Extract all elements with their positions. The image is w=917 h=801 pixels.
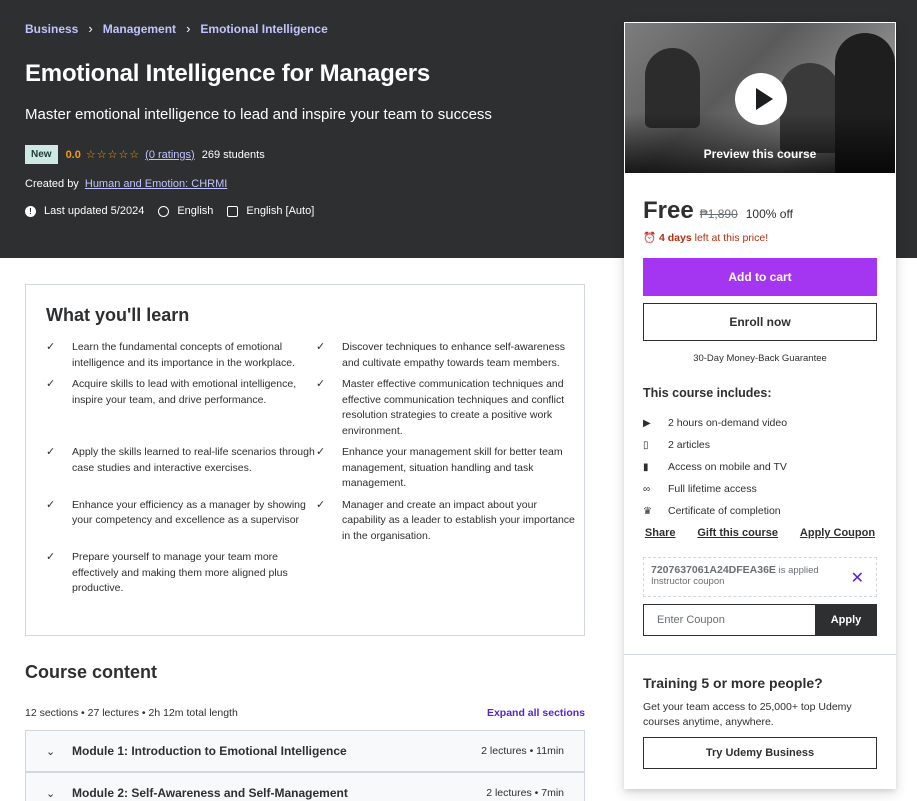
includes-item: ▯ 2 articles <box>643 439 711 451</box>
module-stats: 2 lectures • 7min <box>486 787 564 799</box>
language: English <box>177 205 214 217</box>
enroll-now-button[interactable]: Enroll now <box>643 303 877 341</box>
rating-value: 0.0 <box>65 148 81 161</box>
add-to-cart-button[interactable]: Add to cart <box>643 258 877 296</box>
what-you-learn-box: What you'll learn ✓ Learn the fundamental… <box>25 284 585 636</box>
expand-all-sections-button[interactable]: Expand all sections <box>487 707 585 719</box>
breadcrumb-business[interactable]: Business <box>25 22 78 36</box>
business-title: Training 5 or more people? <box>643 675 823 691</box>
sidebar-divider <box>624 654 896 655</box>
purchase-sidebar: Preview this course Free ₱1,890 100% off… <box>624 22 896 789</box>
includes-item: ▶ 2 hours on-demand video <box>643 417 788 429</box>
check-icon: ✓ <box>46 378 56 390</box>
instructor-link[interactable]: Human and Emotion: CHRMI <box>85 178 227 190</box>
created-by: Created by Human and Emotion: CHRMI <box>25 178 227 190</box>
course-preview[interactable]: Preview this course <box>624 22 896 174</box>
close-icon[interactable]: ✕ <box>851 568 864 588</box>
check-icon: ✓ <box>46 341 56 353</box>
learn-item: ✓ Enhance your efficiency as a manager by… <box>46 498 316 545</box>
original-price: ₱1,890 <box>699 207 738 221</box>
learn-item: ✓ Acquire skills to lead with emotional i… <box>46 377 316 439</box>
coupon-input[interactable] <box>643 604 815 636</box>
sidebar-links: Share Gift this course Apply Coupon <box>624 527 896 539</box>
learn-item: ✓ Apply the skills learned to real-life s… <box>46 445 316 492</box>
globe-icon <box>158 205 170 217</box>
money-back-guarantee: 30-Day Money-Back Guarantee <box>693 353 827 364</box>
timer-text: left at this price! <box>691 232 769 244</box>
module-stats: 2 lectures • 11min <box>481 745 564 757</box>
check-icon: ✓ <box>46 446 56 458</box>
gift-course-button[interactable]: Gift this course <box>697 527 778 539</box>
apply-coupon-button[interactable]: Apply <box>815 604 877 636</box>
check-icon: ✓ <box>316 341 326 353</box>
course-title: Emotional Intelligence for Managers <box>25 60 431 87</box>
price-row: Free ₱1,890 100% off <box>643 197 793 225</box>
breadcrumb: Business › Management › Emotional Intell… <box>25 21 328 36</box>
alarm-clock-icon: ⏰ <box>643 232 657 244</box>
what-you-learn-title: What you'll learn <box>46 305 190 325</box>
rating-row: New 0.0 ☆☆☆☆☆ (0 ratings) 269 students <box>25 145 265 164</box>
preview-label: Preview this course <box>703 147 817 161</box>
breadcrumb-management[interactable]: Management <box>103 22 176 36</box>
course-content-title: Course content <box>25 662 158 682</box>
last-updated: Last updated 5/2024 <box>44 205 145 217</box>
includes-list: ▶ 2 hours on-demand video ▯ 2 articles ▮ Ac… <box>643 412 787 522</box>
module-section[interactable]: ⌄ Module 1: Introduction to Emotional In… <box>25 730 585 772</box>
check-icon: ✓ <box>46 551 56 563</box>
star-rating-icon: ☆☆☆☆☆ <box>85 149 141 161</box>
students-count: 269 students <box>201 148 265 161</box>
file-icon: ▯ <box>643 439 649 451</box>
chevron-down-icon: ⌄ <box>46 787 56 800</box>
coupon-type: Instructor coupon <box>651 576 725 587</box>
module-section[interactable]: ⌄ Module 2: Self-Awareness and Self-Mana… <box>25 772 585 801</box>
business-text: Get your team access to 25,000+ top Udem… <box>643 701 852 728</box>
module-name: Module 1: Introduction to Emotional Inte… <box>72 744 347 758</box>
alert-icon: ! <box>25 205 36 217</box>
learn-item: ✓ Master effective communication techniqu… <box>316 377 576 439</box>
chevron-right-icon: › <box>186 21 191 36</box>
play-icon[interactable] <box>735 73 787 125</box>
course-meta: ! Last updated 5/2024 English English [Au… <box>25 205 328 217</box>
coupon-applied-text: is applied <box>775 565 819 576</box>
learn-list: ✓ Learn the fundamental concepts of emoti… <box>46 340 575 597</box>
check-icon: ✓ <box>46 498 56 511</box>
chevron-right-icon: › <box>88 21 93 36</box>
includes-title: This course includes: <box>643 386 772 400</box>
includes-item: ∞ Full lifetime access <box>643 483 757 495</box>
check-icon: ✓ <box>316 498 326 511</box>
share-button[interactable]: Share <box>645 527 676 539</box>
trophy-icon: ♛ <box>643 505 652 517</box>
chevron-down-icon: ⌄ <box>46 745 56 758</box>
mobile-icon: ▮ <box>643 461 649 473</box>
module-name: Module 2: Self-Awareness and Self-Manage… <box>72 786 348 800</box>
apply-coupon-link[interactable]: Apply Coupon <box>800 527 875 539</box>
learn-item: ✓ Learn the fundamental concepts of emoti… <box>46 340 316 371</box>
applied-coupon: 7207637061A24DFEA36E is applied Instruct… <box>643 557 877 597</box>
discount-timer: ⏰ 4 days left at this price! <box>643 231 768 244</box>
coupon-code: 7207637061A24DFEA36E <box>651 564 776 576</box>
infinity-icon: ∞ <box>643 483 651 495</box>
course-subtitle: Master emotional intelligence to lead an… <box>25 106 492 123</box>
course-content-stats: 12 sections • 27 lectures • 2h 12m total… <box>25 707 238 719</box>
check-icon: ✓ <box>316 378 326 390</box>
learn-item: ✓ Enhance your management skill for bette… <box>316 445 576 492</box>
captions: English [Auto] <box>246 205 315 217</box>
current-price: Free <box>643 197 694 224</box>
check-icon: ✓ <box>316 446 326 458</box>
timer-days: 4 days <box>659 232 692 244</box>
breadcrumb-emotional-intelligence[interactable]: Emotional Intelligence <box>200 22 327 36</box>
created-by-label: Created by <box>25 178 79 190</box>
learn-item: ✓ Discover techniques to enhance self-awa… <box>316 340 576 371</box>
includes-item: ♛ Certificate of completion <box>643 505 781 517</box>
learn-item: ✓ Manager and create an impact about your… <box>316 498 576 545</box>
captions-icon <box>227 205 239 217</box>
new-badge: New <box>25 145 58 164</box>
includes-item: ▮ Access on mobile and TV <box>643 461 787 473</box>
video-icon: ▶ <box>643 417 651 429</box>
learn-item: ✓ Prepare yourself to manage your team mo… <box>46 550 316 597</box>
discount: 100% off <box>745 207 793 221</box>
try-udemy-business-button[interactable]: Try Udemy Business <box>643 737 877 769</box>
ratings-link[interactable]: (0 ratings) <box>145 149 195 161</box>
